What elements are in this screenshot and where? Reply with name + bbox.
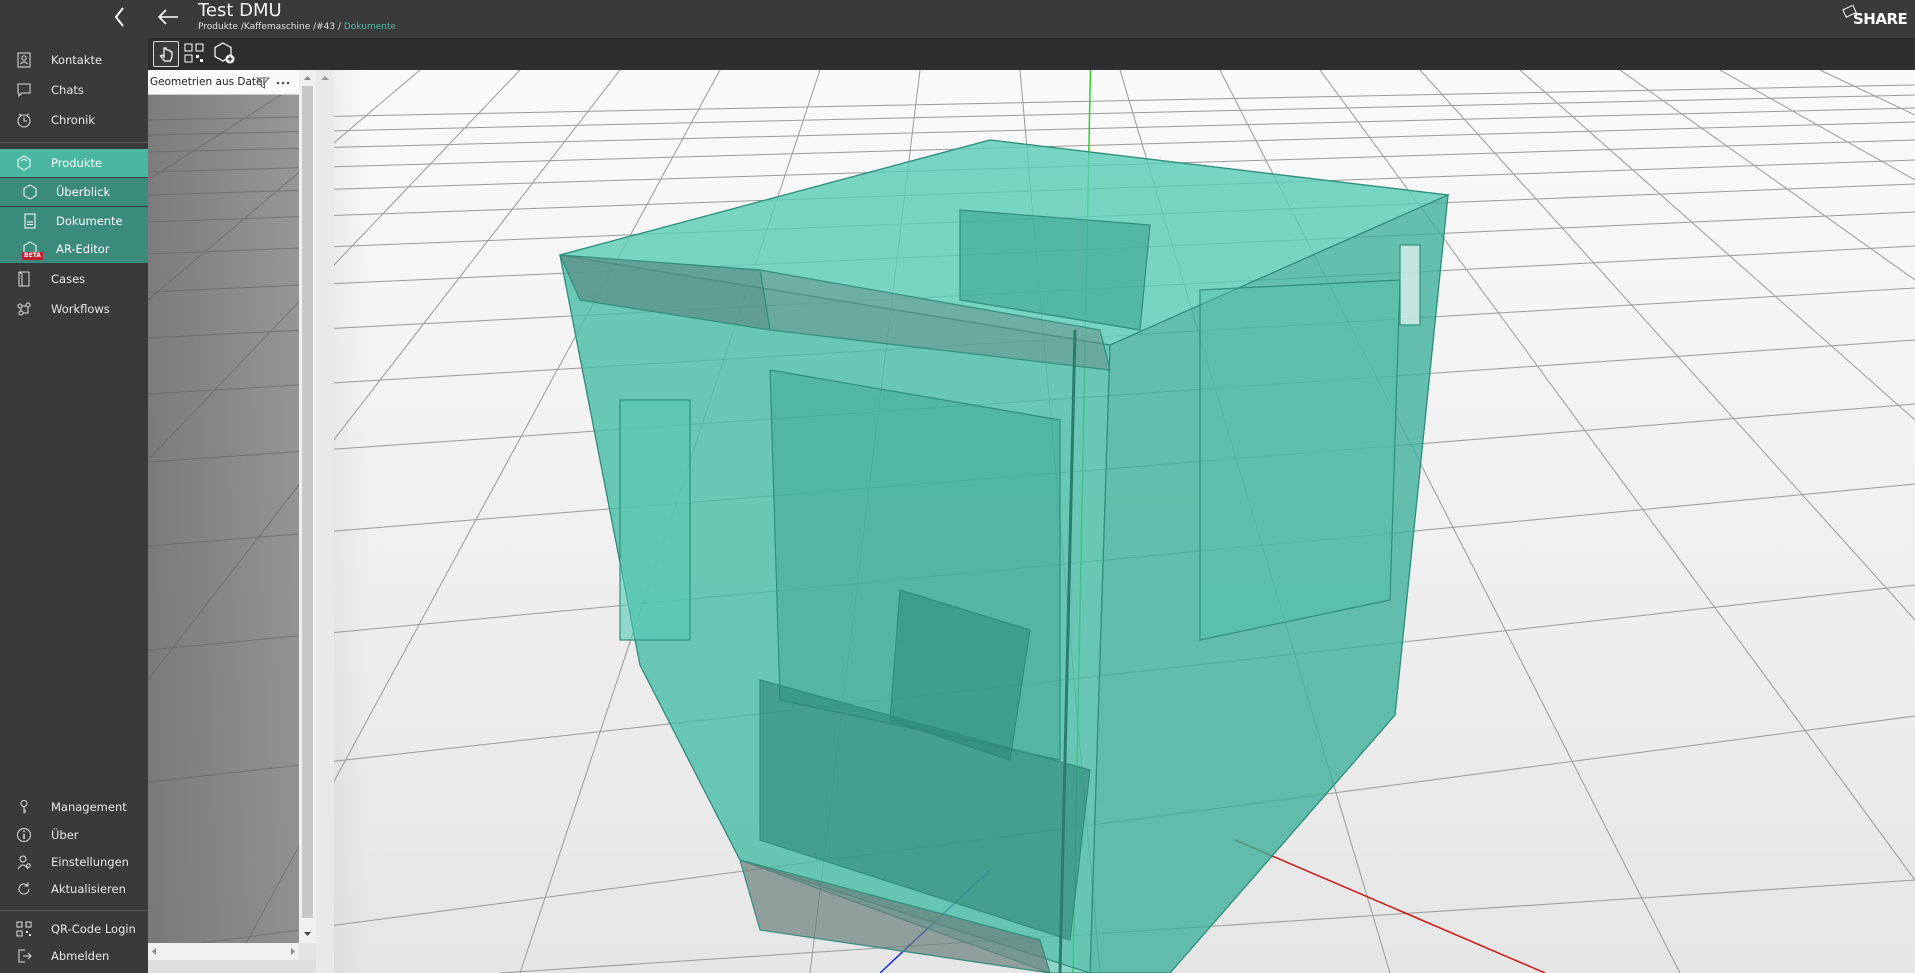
sidebar-item-aktualisieren[interactable]: Aktualisieren — [0, 875, 148, 903]
tree-horizontal-scrollbar[interactable] — [148, 943, 299, 960]
sidebar-item-label: AR-Editor — [56, 242, 110, 256]
settings-user-icon — [17, 855, 31, 870]
chevron-left-icon — [114, 7, 124, 27]
select-tool-button[interactable] — [153, 41, 179, 67]
sidebar-divider — [0, 910, 148, 911]
overview-icon — [23, 184, 37, 200]
viewer-toolbar — [148, 38, 1915, 70]
info-icon — [17, 828, 31, 842]
logout-icon — [18, 949, 32, 963]
sidebar-item-ueberblick[interactable]: Überblick — [0, 178, 148, 206]
scroll-down-icon[interactable] — [299, 928, 316, 940]
page-title: Test DMU — [198, 0, 282, 21]
clock-icon — [17, 113, 31, 128]
logo-text: SHARE — [1853, 10, 1908, 28]
sidebar-item-label: Überblick — [56, 185, 111, 199]
chat-icon — [17, 83, 31, 98]
sidebar-item-label: Aktualisieren — [51, 882, 126, 896]
workflow-icon — [17, 302, 31, 316]
3d-viewport[interactable] — [148, 70, 1915, 973]
more-icon[interactable] — [275, 76, 291, 90]
sidebar-item-workflows[interactable]: Workflows — [0, 295, 148, 323]
sidebar-item-abmelden[interactable]: Abmelden — [0, 942, 148, 970]
add-geometry-button[interactable] — [212, 41, 238, 67]
hand-pointer-icon — [159, 47, 173, 62]
sidebar-item-label: Management — [51, 800, 127, 814]
qr-code-icon — [16, 921, 32, 937]
sidebar-item-label: Abmelden — [51, 949, 110, 963]
scroll-up-icon[interactable] — [316, 72, 334, 84]
back-button[interactable] — [156, 6, 180, 28]
header: Test DMU Produkte /Kaffemaschine /#43 / … — [148, 0, 1915, 38]
scroll-right-icon[interactable] — [287, 943, 299, 960]
sidebar-item-einstellungen[interactable]: Einstellungen — [0, 848, 148, 876]
geometry-tree-panel: Geometrien aus Datei — [148, 70, 299, 943]
sidebar-item-ar-editor[interactable]: BETA AR-Editor — [0, 235, 148, 263]
contacts-icon — [17, 52, 31, 68]
3d-scene[interactable] — [148, 70, 1915, 973]
tree-header-label: Geometrien aus Datei — [150, 76, 266, 88]
sidebar-divider — [0, 142, 148, 143]
sidebar-item-chronik[interactable]: Chronik — [0, 106, 148, 134]
document-icon — [24, 213, 36, 229]
sidebar-item-dokumente[interactable]: Dokumente — [0, 207, 148, 235]
product-icon — [17, 155, 31, 171]
scrollbar-corner — [299, 943, 316, 960]
sidebar-item-label: Über — [51, 828, 79, 842]
sidebar-item-label: Produkte — [51, 156, 103, 170]
sidebar-item-label: Chronik — [51, 113, 95, 127]
qr-code-icon — [184, 43, 204, 63]
viewport-side-scrollbar[interactable] — [316, 70, 334, 973]
case-icon — [18, 271, 30, 287]
qr-code-button[interactable] — [182, 41, 208, 67]
collapse-sidebar-button[interactable] — [108, 4, 132, 30]
sidebar-item-label: Cases — [51, 272, 86, 286]
add-cube-icon — [214, 42, 235, 64]
sidebar: Kontakte Chats Chronik Produkte Überblic… — [0, 0, 148, 973]
beta-badge: BETA — [22, 252, 43, 260]
sidebar-item-label: Chats — [51, 83, 84, 97]
scrollbar-thumb[interactable] — [302, 86, 313, 918]
scroll-left-icon[interactable] — [148, 943, 160, 960]
sidebar-item-ueber[interactable]: Über — [0, 821, 148, 849]
sidebar-item-label: Einstellungen — [51, 855, 129, 869]
tree-vertical-scrollbar[interactable] — [299, 70, 316, 943]
sidebar-item-cases[interactable]: Cases — [0, 265, 148, 293]
arrow-left-icon — [157, 9, 178, 25]
sidebar-item-label: QR-Code Login — [51, 922, 136, 936]
sidebar-item-label: Workflows — [51, 302, 110, 316]
refresh-icon — [18, 882, 30, 895]
sidebar-item-label: Dokumente — [56, 214, 123, 228]
sidebar-item-kontakte[interactable]: Kontakte — [0, 46, 148, 74]
sidebar-item-qr-code-login[interactable]: QR-Code Login — [0, 915, 148, 943]
breadcrumb-path[interactable]: Produkte /Kaffemaschine /#43 / — [198, 22, 344, 32]
key-icon — [20, 800, 28, 814]
breadcrumb-current: Dokumente — [343, 22, 397, 32]
sidebar-item-chats[interactable]: Chats — [0, 76, 148, 104]
sidebar-item-management[interactable]: Management — [0, 793, 148, 821]
sidebar-item-produkte[interactable]: Produkte — [0, 149, 148, 177]
panel-footer — [148, 960, 316, 973]
tree-header: Geometrien aus Datei — [148, 70, 299, 95]
share-logo: SHARE — [1837, 4, 1908, 30]
scroll-up-icon[interactable] — [299, 72, 316, 84]
sidebar-item-label: Kontakte — [51, 53, 103, 67]
filter-icon[interactable] — [256, 76, 270, 90]
breadcrumb: Produkte /Kaffemaschine /#43 / Dokumente — [198, 22, 396, 32]
